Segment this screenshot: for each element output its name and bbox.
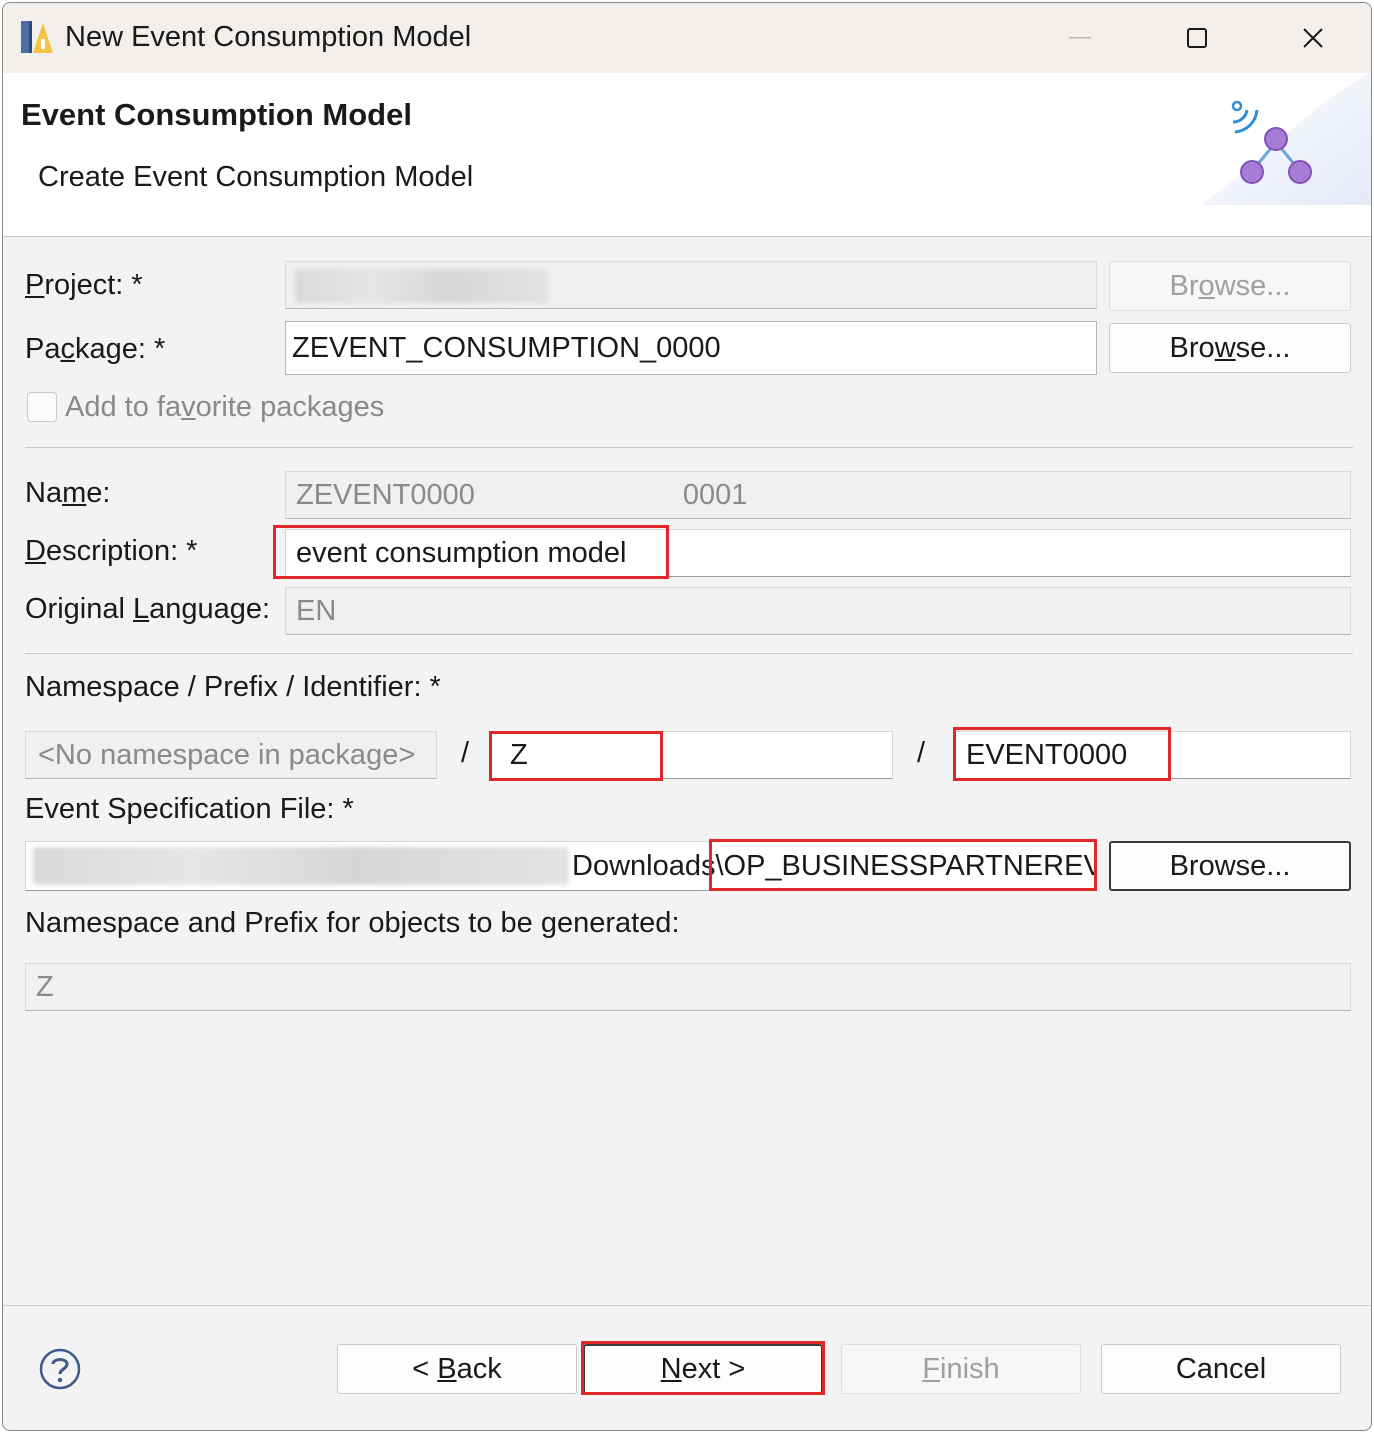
- event-network-icon: [1231, 100, 1312, 184]
- identifier-separator: /: [917, 737, 926, 769]
- window-title: New Event Consumption Model: [65, 21, 472, 53]
- spec-file-path-redacted: [33, 847, 569, 885]
- cancel-button[interactable]: Cancel: [1101, 1344, 1341, 1394]
- page-title: Event Consumption Model: [21, 97, 412, 132]
- dialog-window: New Event Consumption Model Event Consum…: [2, 2, 1372, 1431]
- maximize-icon: [1187, 28, 1207, 48]
- maximize-button[interactable]: [1139, 3, 1255, 73]
- minimize-icon: [1069, 37, 1091, 39]
- project-label: Project: *: [25, 269, 143, 301]
- identifier-input[interactable]: EVENT0000: [953, 731, 1351, 779]
- namespace-separator: /: [461, 737, 470, 769]
- title-bar: New Event Consumption Model: [3, 3, 1371, 73]
- back-button[interactable]: < Back: [337, 1344, 577, 1394]
- prefix-input[interactable]: Z: [491, 731, 893, 779]
- project-browse-button[interactable]: Br o wse...: [1109, 261, 1351, 311]
- description-label: Description: *: [25, 535, 198, 567]
- package-browse-button[interactable]: Bro w se...: [1109, 323, 1351, 373]
- original-language-field: EN: [285, 587, 1351, 635]
- spec-file-browse-button[interactable]: Browse...: [1109, 841, 1351, 891]
- favorite-label: Add to favorite packages: [65, 391, 385, 423]
- next-button[interactable]: Next >: [583, 1344, 823, 1394]
- close-icon: [1303, 28, 1323, 48]
- project-redacted: [295, 269, 549, 303]
- page-subtitle: Create Event Consumption Model: [38, 161, 474, 193]
- help-icon[interactable]: [39, 1348, 81, 1390]
- close-button[interactable]: [1255, 3, 1371, 73]
- package-input[interactable]: ZEVENT_CONSUMPTION_0000: [285, 321, 1097, 375]
- separator: [25, 653, 1353, 654]
- package-label: Package: *: [25, 333, 166, 365]
- minimize-button[interactable]: [1023, 3, 1139, 73]
- spec-file-label: Event Specification File: *: [25, 793, 354, 825]
- namespace-label: Namespace / Prefix / Identifier: *: [25, 671, 441, 703]
- name-field: ZEVENT0000 0001: [285, 471, 1351, 519]
- favorite-checkbox[interactable]: [27, 392, 57, 422]
- name-label: Name:: [25, 477, 111, 509]
- footer-separator: [3, 1305, 1371, 1306]
- description-input[interactable]: event consumption model: [285, 529, 1351, 577]
- finish-button[interactable]: Finish: [841, 1344, 1081, 1394]
- separator: [25, 447, 1353, 448]
- wizard-header: Event Consumption Model Create Event Con…: [3, 73, 1371, 237]
- generated-label: Namespace and Prefix for objects to be g…: [25, 907, 680, 939]
- original-language-label: Original Language:: [25, 593, 271, 625]
- namespace-field: <No namespace in package>: [25, 731, 437, 779]
- eclipse-adt-icon: [21, 21, 53, 53]
- generated-field: Z: [25, 963, 1351, 1011]
